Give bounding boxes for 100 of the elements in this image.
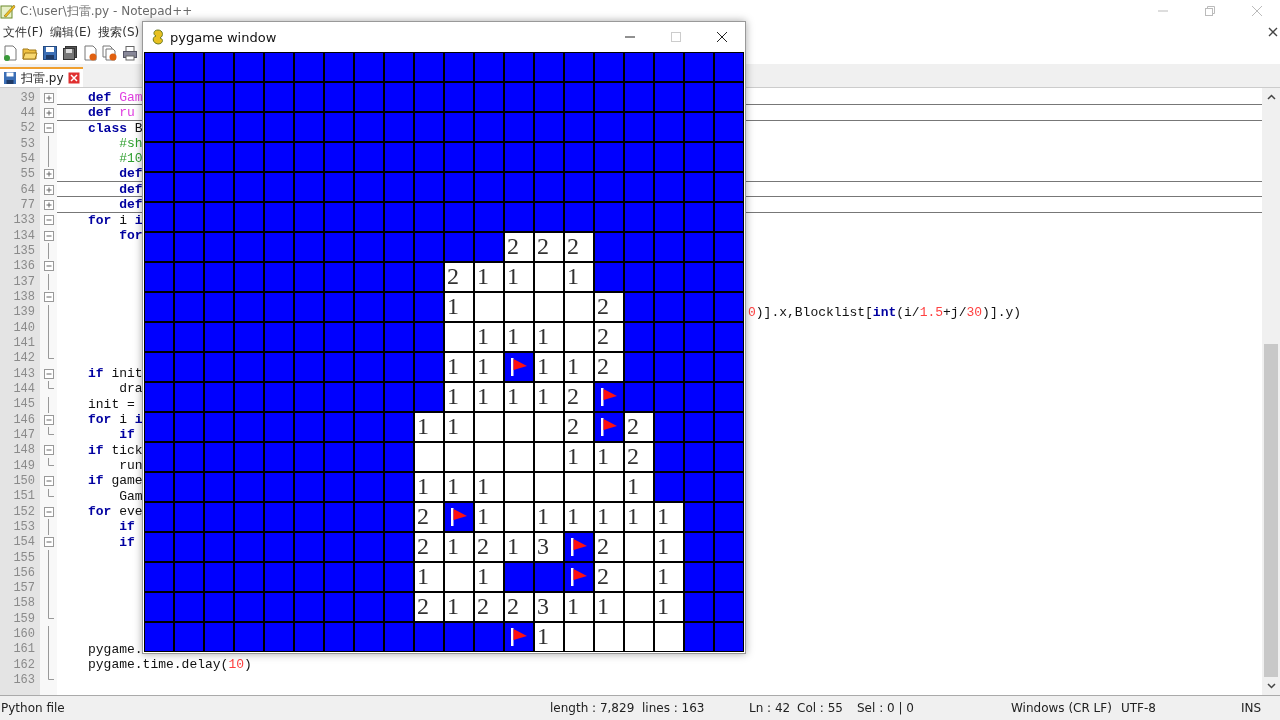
covered-tile[interactable]: [264, 532, 294, 562]
covered-tile[interactable]: [294, 172, 324, 202]
covered-tile[interactable]: [204, 322, 234, 352]
covered-tile[interactable]: [624, 142, 654, 172]
covered-tile[interactable]: [594, 82, 624, 112]
covered-tile[interactable]: [264, 592, 294, 622]
covered-tile[interactable]: [354, 412, 384, 442]
covered-tile[interactable]: [684, 442, 714, 472]
covered-tile[interactable]: [234, 592, 264, 622]
covered-tile[interactable]: [654, 322, 684, 352]
covered-tile[interactable]: [414, 232, 444, 262]
covered-tile[interactable]: [324, 232, 354, 262]
covered-tile[interactable]: [234, 82, 264, 112]
covered-tile[interactable]: [264, 322, 294, 352]
covered-tile[interactable]: [204, 262, 234, 292]
flag-tile[interactable]: [564, 532, 594, 562]
covered-tile[interactable]: [444, 52, 474, 82]
covered-tile[interactable]: [234, 442, 264, 472]
covered-tile[interactable]: [414, 262, 444, 292]
covered-tile[interactable]: [354, 172, 384, 202]
covered-tile[interactable]: [354, 502, 384, 532]
covered-tile[interactable]: [144, 52, 174, 82]
collapse-icon[interactable]: [44, 475, 54, 486]
covered-tile[interactable]: [204, 202, 234, 232]
covered-tile[interactable]: [384, 82, 414, 112]
collapse-icon[interactable]: [44, 414, 54, 425]
covered-tile[interactable]: [594, 52, 624, 82]
menu-item[interactable]: 编辑(E): [50, 23, 96, 41]
covered-tile[interactable]: [624, 172, 654, 202]
covered-tile[interactable]: [204, 592, 234, 622]
covered-tile[interactable]: [294, 502, 324, 532]
covered-tile[interactable]: [264, 172, 294, 202]
covered-tile[interactable]: [144, 532, 174, 562]
covered-tile[interactable]: [204, 112, 234, 142]
covered-tile[interactable]: [444, 172, 474, 202]
covered-tile[interactable]: [414, 142, 444, 172]
close-file-icon[interactable]: [82, 45, 98, 61]
covered-tile[interactable]: [414, 292, 444, 322]
covered-tile[interactable]: [384, 472, 414, 502]
covered-tile[interactable]: [474, 52, 504, 82]
flag-tile[interactable]: [444, 502, 474, 532]
covered-tile[interactable]: [324, 562, 354, 592]
covered-tile[interactable]: [324, 502, 354, 532]
close-all-icon[interactable]: [102, 45, 118, 61]
covered-tile[interactable]: [354, 202, 384, 232]
covered-tile[interactable]: [354, 352, 384, 382]
covered-tile[interactable]: [714, 622, 744, 652]
covered-tile[interactable]: [384, 592, 414, 622]
covered-tile[interactable]: [174, 52, 204, 82]
covered-tile[interactable]: [264, 232, 294, 262]
covered-tile[interactable]: [684, 472, 714, 502]
covered-tile[interactable]: [294, 592, 324, 622]
covered-tile[interactable]: [534, 52, 564, 82]
covered-tile[interactable]: [714, 592, 744, 622]
collapse-icon[interactable]: [44, 215, 54, 226]
covered-tile[interactable]: [294, 292, 324, 322]
covered-tile[interactable]: [534, 142, 564, 172]
covered-tile[interactable]: [234, 262, 264, 292]
covered-tile[interactable]: [534, 82, 564, 112]
covered-tile[interactable]: [654, 142, 684, 172]
covered-tile[interactable]: [174, 232, 204, 262]
covered-tile[interactable]: [294, 352, 324, 382]
covered-tile[interactable]: [144, 322, 174, 352]
covered-tile[interactable]: [654, 352, 684, 382]
covered-tile[interactable]: [324, 442, 354, 472]
covered-tile[interactable]: [444, 112, 474, 142]
covered-tile[interactable]: [234, 232, 264, 262]
covered-tile[interactable]: [264, 562, 294, 592]
covered-tile[interactable]: [504, 52, 534, 82]
covered-tile[interactable]: [414, 202, 444, 232]
covered-tile[interactable]: [354, 52, 384, 82]
restore-icon[interactable]: [1203, 5, 1216, 17]
covered-tile[interactable]: [654, 472, 684, 502]
covered-tile[interactable]: [144, 262, 174, 292]
covered-tile[interactable]: [234, 412, 264, 442]
covered-tile[interactable]: [714, 352, 744, 382]
covered-tile[interactable]: [624, 52, 654, 82]
covered-tile[interactable]: [654, 382, 684, 412]
covered-tile[interactable]: [414, 172, 444, 202]
covered-tile[interactable]: [474, 142, 504, 172]
covered-tile[interactable]: [504, 82, 534, 112]
covered-tile[interactable]: [294, 472, 324, 502]
covered-tile[interactable]: [204, 412, 234, 442]
covered-tile[interactable]: [534, 172, 564, 202]
covered-tile[interactable]: [444, 82, 474, 112]
covered-tile[interactable]: [174, 112, 204, 142]
covered-tile[interactable]: [504, 562, 534, 592]
covered-tile[interactable]: [294, 142, 324, 172]
covered-tile[interactable]: [624, 382, 654, 412]
covered-tile[interactable]: [204, 562, 234, 592]
covered-tile[interactable]: [624, 232, 654, 262]
covered-tile[interactable]: [564, 52, 594, 82]
covered-tile[interactable]: [324, 412, 354, 442]
covered-tile[interactable]: [174, 262, 204, 292]
covered-tile[interactable]: [144, 442, 174, 472]
covered-tile[interactable]: [414, 112, 444, 142]
covered-tile[interactable]: [414, 352, 444, 382]
save-icon[interactable]: [42, 45, 58, 61]
covered-tile[interactable]: [234, 562, 264, 592]
expand-icon[interactable]: [44, 184, 54, 195]
